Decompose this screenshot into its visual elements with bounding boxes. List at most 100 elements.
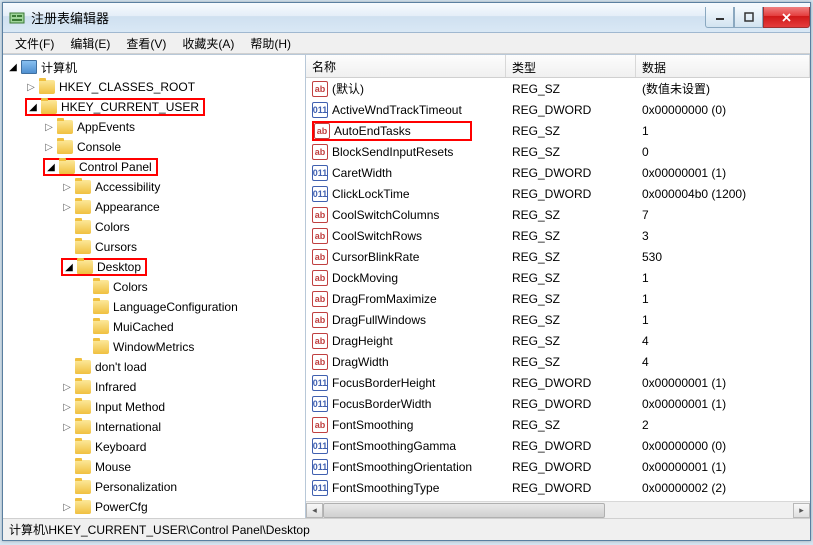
tree-node[interactable]: ◢Desktop (3, 257, 305, 277)
expand-icon[interactable]: ▷ (43, 141, 55, 153)
tree-pane[interactable]: ◢计算机▷HKEY_CLASSES_ROOT ◢ HKEY_CURRENT_USER… (3, 55, 306, 518)
folder-icon (75, 400, 91, 414)
tree-label: Personalization (95, 480, 177, 494)
column-header-type[interactable]: 类型 (506, 55, 636, 77)
tree-label: WindowMetrics (113, 340, 194, 354)
tree-label: Console (77, 140, 121, 154)
expand-icon[interactable]: ▷ (61, 421, 73, 433)
tree-node[interactable]: Colors (3, 217, 305, 237)
menu-item[interactable]: 查看(V) (118, 33, 174, 54)
tree-node[interactable]: ▷Infrared (3, 377, 305, 397)
tree-node[interactable]: don't load (3, 357, 305, 377)
expand-icon[interactable]: ▷ (61, 201, 73, 213)
tree-node[interactable]: WindowMetrics (3, 337, 305, 357)
tree-node[interactable]: ▷ Console (3, 137, 305, 157)
value-row[interactable]: ab(默认)REG_SZ(数值未设置) (306, 78, 810, 99)
column-header-data[interactable]: 数据 (636, 55, 810, 77)
tree-node[interactable]: ◢ HKEY_CURRENT_USER (3, 97, 305, 117)
value-row[interactable]: abDragFullWindowsREG_SZ1 (306, 309, 810, 330)
titlebar[interactable]: 注册表编辑器 (3, 3, 810, 33)
value-row[interactable]: 011FocusBorderWidthREG_DWORD0x00000001 (… (306, 393, 810, 414)
tree-node[interactable]: ▷PowerCfg (3, 497, 305, 517)
registry-editor-window: 注册表编辑器 文件(F)编辑(E)查看(V)收藏夹(A)帮助(H) ◢计算机▷H… (2, 2, 811, 541)
value-name: FontSmoothing (332, 418, 413, 432)
scroll-track[interactable] (323, 503, 793, 518)
value-row[interactable]: 011CaretWidthREG_DWORD0x00000001 (1) (306, 162, 810, 183)
value-name-cell: abDragWidth (306, 354, 506, 370)
value-row[interactable]: abDockMovingREG_SZ1 (306, 267, 810, 288)
value-row[interactable]: abDragFromMaximizeREG_SZ1 (306, 288, 810, 309)
dword-value-icon: 011 (312, 102, 328, 118)
expand-icon[interactable]: ▷ (25, 81, 37, 93)
value-row[interactable]: abBlockSendInputResetsREG_SZ0 (306, 141, 810, 162)
tree-node[interactable]: LanguageConfiguration (3, 297, 305, 317)
value-row[interactable]: abFontSmoothingREG_SZ2 (306, 414, 810, 435)
menu-item[interactable]: 帮助(H) (242, 33, 299, 54)
tree-node[interactable]: Personalization (3, 477, 305, 497)
value-row[interactable]: abCursorBlinkRateREG_SZ530 (306, 246, 810, 267)
value-data: 4 (636, 334, 810, 348)
value-row[interactable]: abCoolSwitchColumnsREG_SZ7 (306, 204, 810, 225)
value-row[interactable]: 011ClickLockTimeREG_DWORD0x000004b0 (120… (306, 183, 810, 204)
tree-node[interactable]: Cursors (3, 237, 305, 257)
tree-label: Input Method (95, 400, 165, 414)
value-row[interactable]: abDragWidthREG_SZ4 (306, 351, 810, 372)
folder-icon (77, 260, 93, 274)
expand-icon[interactable]: ▷ (61, 381, 73, 393)
value-name-cell: 011FontSmoothingType (306, 480, 506, 496)
tree-node[interactable]: ▷ Accessibility (3, 177, 305, 197)
value-row[interactable]: 011ActiveWndTrackTimeoutREG_DWORD0x00000… (306, 99, 810, 120)
tree-label: Accessibility (95, 180, 160, 194)
tree-node[interactable]: ◢Control Panel (3, 157, 305, 177)
horizontal-scrollbar[interactable]: ◂ ▸ (306, 501, 810, 518)
value-row[interactable]: 011FontSmoothingGammaREG_DWORD0x00000000… (306, 435, 810, 456)
value-data: 0x000004b0 (1200) (636, 187, 810, 201)
value-row[interactable]: 011FontSmoothingTypeREG_DWORD0x00000002 … (306, 477, 810, 498)
close-button[interactable] (763, 7, 810, 28)
folder-icon (75, 480, 91, 494)
expand-icon[interactable]: ▷ (61, 501, 73, 513)
value-row[interactable]: 011FocusBorderHeightREG_DWORD0x00000001 … (306, 372, 810, 393)
value-row[interactable]: abAutoEndTasksREG_SZ1 (306, 120, 810, 141)
value-name-cell: abDragFromMaximize (306, 291, 506, 307)
tree-node[interactable]: ▷ Input Method (3, 397, 305, 417)
expand-icon[interactable]: ▷ (43, 121, 55, 133)
tree-label: Colors (113, 280, 148, 294)
tree-node[interactable]: Keyboard (3, 437, 305, 457)
scroll-right-button[interactable]: ▸ (793, 503, 810, 518)
list-body[interactable]: ab(默认)REG_SZ(数值未设置)011ActiveWndTrackTime… (306, 78, 810, 501)
value-name-cell: 011FocusBorderWidth (306, 396, 506, 412)
column-header-name[interactable]: 名称 (306, 55, 506, 77)
collapse-icon[interactable]: ◢ (7, 61, 19, 73)
tree-node[interactable]: ▷Appearance (3, 197, 305, 217)
value-row[interactable]: abDragHeightREG_SZ4 (306, 330, 810, 351)
tree-node[interactable]: ◢计算机 (3, 57, 305, 77)
expand-icon[interactable]: ▷ (61, 181, 73, 193)
value-row[interactable]: abCoolSwitchRowsREG_SZ3 (306, 225, 810, 246)
tree-node[interactable]: ▷AppEvents (3, 117, 305, 137)
maximize-button[interactable] (734, 7, 763, 28)
collapse-icon[interactable]: ◢ (63, 261, 75, 273)
collapse-icon[interactable]: ◢ (27, 101, 39, 113)
menu-item[interactable]: 编辑(E) (62, 33, 118, 54)
tree-node[interactable]: MuiCached (3, 317, 305, 337)
tree-label: HKEY_CURRENT_USER (61, 100, 199, 114)
folder-icon (39, 80, 55, 94)
collapse-icon[interactable]: ◢ (45, 161, 57, 173)
value-row[interactable]: 011FontSmoothingOrientationREG_DWORD0x00… (306, 456, 810, 477)
scroll-left-button[interactable]: ◂ (306, 503, 323, 518)
value-data: (数值未设置) (636, 80, 810, 97)
expand-icon[interactable]: ▷ (61, 401, 73, 413)
tree-node[interactable]: Mouse (3, 457, 305, 477)
status-path: 计算机\HKEY_CURRENT_USER\Control Panel\Desk… (9, 521, 310, 538)
tree-node[interactable]: Colors (3, 277, 305, 297)
scroll-thumb[interactable] (323, 503, 605, 518)
folder-icon (75, 500, 91, 514)
menu-item[interactable]: 收藏夹(A) (174, 33, 242, 54)
menu-item[interactable]: 文件(F) (7, 33, 62, 54)
tree-node[interactable]: ▷HKEY_CLASSES_ROOT (3, 77, 305, 97)
folder-icon (93, 320, 109, 334)
tree-node[interactable]: ▷International (3, 417, 305, 437)
value-data: 0x00000000 (0) (636, 103, 810, 117)
minimize-button[interactable] (705, 7, 734, 28)
